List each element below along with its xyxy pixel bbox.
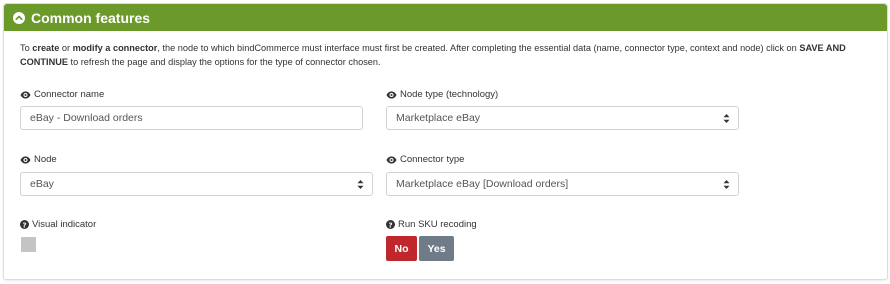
select-arrows-icon [723,113,730,127]
svg-text:?: ? [388,221,392,229]
question-circle-icon: ? [20,220,29,229]
run-sku-recoding-label: ? Run SKU recoding [386,219,477,230]
select-arrows-icon [357,179,364,193]
connector-type-select[interactable]: Marketplace eBay [Download orders] [386,172,739,196]
eye-icon [386,156,397,164]
node-type-select[interactable]: Marketplace eBay [386,106,739,130]
select-arrows-icon [723,179,730,193]
visual-indicator-swatch[interactable] [21,237,36,252]
chevron-up-circle-icon[interactable] [13,11,25,24]
panel-title: Common features [31,9,151,26]
eye-icon [20,156,31,164]
connector-name-input[interactable]: eBay - Download orders [20,106,363,130]
connector-name-label: Connector name [20,89,104,100]
eye-icon [20,91,31,99]
run-sku-yes-button[interactable]: Yes [419,236,454,261]
eye-icon [386,91,397,99]
connector-type-label: Connector type [386,154,464,165]
node-select[interactable]: eBay [20,172,373,196]
question-circle-icon: ? [386,220,395,229]
visual-indicator-label: ? Visual indicator [20,219,96,230]
intro-text: To create or modify a connector, the nod… [20,43,846,67]
svg-text:?: ? [22,221,26,229]
panel-header[interactable]: Common features [4,4,887,31]
node-type-label: Node type (technology) [386,89,498,100]
run-sku-no-button[interactable]: No [386,236,417,261]
node-label: Node [20,154,57,165]
